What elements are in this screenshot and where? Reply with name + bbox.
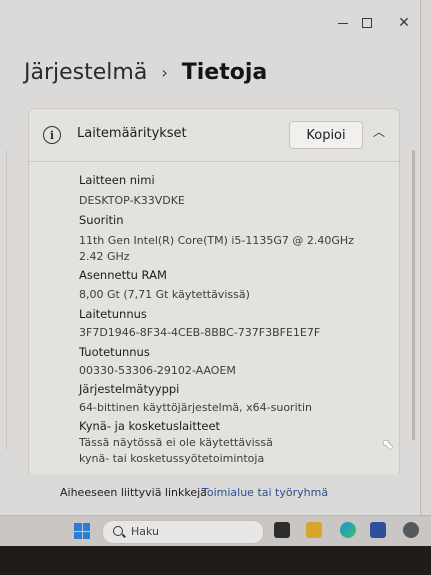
monitor-bezel	[0, 546, 431, 575]
page-title: Tietoja	[181, 60, 268, 85]
device-specs-panel: i Laitemääritykset Kopioi ︿ Laitteen nim…	[28, 108, 400, 476]
maximize-button[interactable]	[354, 12, 380, 34]
search-icon	[113, 526, 123, 536]
breadcrumb: Järjestelmä › Tietoja	[24, 60, 267, 85]
scrollbar[interactable]	[412, 150, 415, 440]
settings-window: ✕ Järjestelmä › Tietoja i Laitemäärityks…	[0, 0, 421, 515]
minimize-button[interactable]	[330, 12, 356, 34]
settings-gear-icon[interactable]	[403, 522, 419, 538]
nav-pane-edge	[0, 150, 7, 450]
spec-value-product-id: 00330-53306-29102-AAOEM	[79, 364, 236, 377]
taskbar-search[interactable]: Haku	[102, 520, 264, 544]
spec-value-processor: 11th Gen Intel(R) Core(TM) i5-1135G7 @ 2…	[79, 234, 354, 263]
spec-value-device-name: DESKTOP-K33VDKE	[79, 194, 185, 207]
spec-value-device-id: 3F7D1946-8F34-4CEB-8BBC-737F3BFE1E7F	[79, 326, 321, 339]
store-icon[interactable]	[370, 522, 386, 538]
spec-label-pen-touch: Kynä- ja kosketuslaitteet	[79, 419, 221, 433]
spec-value-system-type: 64-bittinen käyttöjärjestelmä, x64-suori…	[79, 401, 312, 414]
spec-label-device-id: Laitetunnus	[79, 307, 147, 321]
file-explorer-icon[interactable]	[306, 522, 322, 538]
close-icon: ✕	[398, 15, 410, 31]
edge-browser-icon[interactable]	[340, 522, 356, 538]
mouse-cursor-icon: ⬉	[382, 437, 394, 453]
spec-label-ram: Asennettu RAM	[79, 268, 167, 282]
device-specs-title: Laitemääritykset	[77, 126, 187, 141]
related-links-label: Aiheeseen liittyviä linkkejä	[60, 486, 207, 499]
spec-label-device-name: Laitteen nimi	[79, 173, 155, 187]
spec-value-ram: 8,00 Gt (7,71 Gt käytettävissä)	[79, 288, 250, 301]
domain-workgroup-link[interactable]: Toimialue tai työryhmä	[202, 486, 328, 499]
maximize-icon	[362, 18, 372, 28]
spec-value-pen-touch: Tässä näytössä ei ole käytettävissä kynä…	[79, 436, 273, 465]
minimize-icon	[338, 22, 348, 24]
device-specs-header[interactable]: i Laitemääritykset Kopioi ︿	[29, 109, 399, 162]
spec-label-processor: Suoritin	[79, 213, 124, 227]
chevron-right-icon: ›	[161, 63, 168, 82]
spec-label-system-type: Järjestelmätyyppi	[79, 382, 180, 396]
breadcrumb-parent[interactable]: Järjestelmä	[24, 60, 147, 85]
windows-start-icon[interactable]	[74, 523, 90, 539]
spec-label-product-id: Tuotetunnus	[79, 345, 150, 359]
chevron-up-icon[interactable]: ︿	[371, 123, 387, 139]
copy-button[interactable]: Kopioi	[289, 121, 363, 149]
info-icon: i	[43, 126, 61, 144]
close-button[interactable]: ✕	[391, 12, 417, 34]
screen: ✕ Järjestelmä › Tietoja i Laitemäärityks…	[0, 0, 431, 546]
search-placeholder: Haku	[131, 525, 160, 538]
related-links-bar: Aiheeseen liittyviä linkkejä Toimialue t…	[0, 474, 420, 510]
taskbar: Haku	[0, 515, 431, 546]
task-view-icon[interactable]	[274, 522, 290, 538]
